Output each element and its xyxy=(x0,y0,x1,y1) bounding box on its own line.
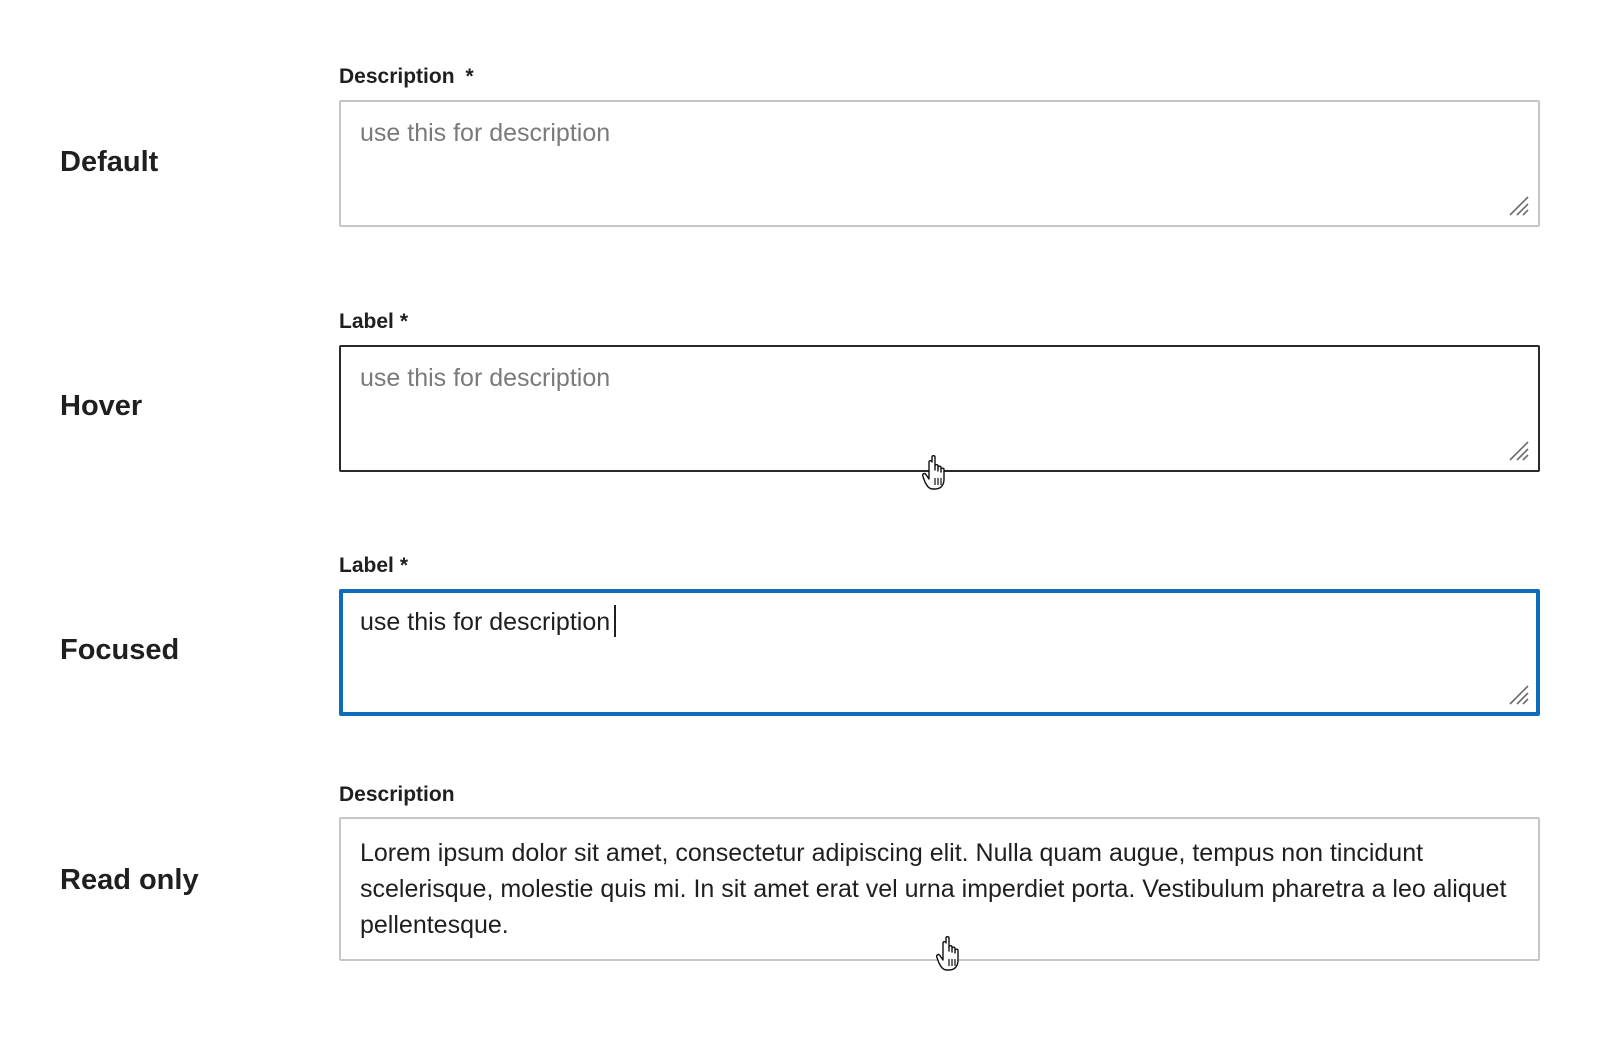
field-label-focused: Label * xyxy=(339,555,408,576)
state-label-default: Default xyxy=(60,146,159,178)
resize-grip-icon[interactable] xyxy=(1508,684,1530,706)
hand-pointer-cursor-icon xyxy=(922,455,945,490)
hand-pointer-cursor-icon xyxy=(936,936,959,971)
field-label-text: Description xyxy=(339,65,455,88)
textarea-value-line: use this for description xyxy=(360,604,1506,640)
field-label-hover: Label * xyxy=(339,311,408,332)
state-label-read-only: Read only xyxy=(60,864,199,896)
read-only-text: Lorem ipsum dolor sit amet, consectetur … xyxy=(360,839,1507,939)
textarea-placeholder: use this for description xyxy=(360,119,611,147)
required-asterisk: * xyxy=(399,310,409,333)
label-textarea-hover[interactable]: use this for description xyxy=(339,345,1540,472)
textarea-placeholder: use this for description xyxy=(360,364,611,392)
field-label-text: Description xyxy=(339,783,455,806)
label-textarea-focused[interactable]: use this for description xyxy=(339,589,1540,716)
text-caret xyxy=(614,605,617,637)
state-label-hover: Hover xyxy=(60,390,143,422)
field-label-read-only: Description xyxy=(339,784,455,805)
textarea-value: use this for description xyxy=(360,608,611,636)
required-asterisk: * xyxy=(399,554,409,577)
field-label-text: Label xyxy=(339,310,394,333)
field-label-default: Description * xyxy=(339,66,474,87)
field-label-text: Label xyxy=(339,554,394,577)
description-textarea-default[interactable]: use this for description xyxy=(339,100,1540,227)
required-asterisk: * xyxy=(465,65,474,88)
resize-grip-icon[interactable] xyxy=(1508,195,1530,217)
resize-grip-icon[interactable] xyxy=(1508,440,1530,462)
state-label-focused: Focused xyxy=(60,634,180,666)
